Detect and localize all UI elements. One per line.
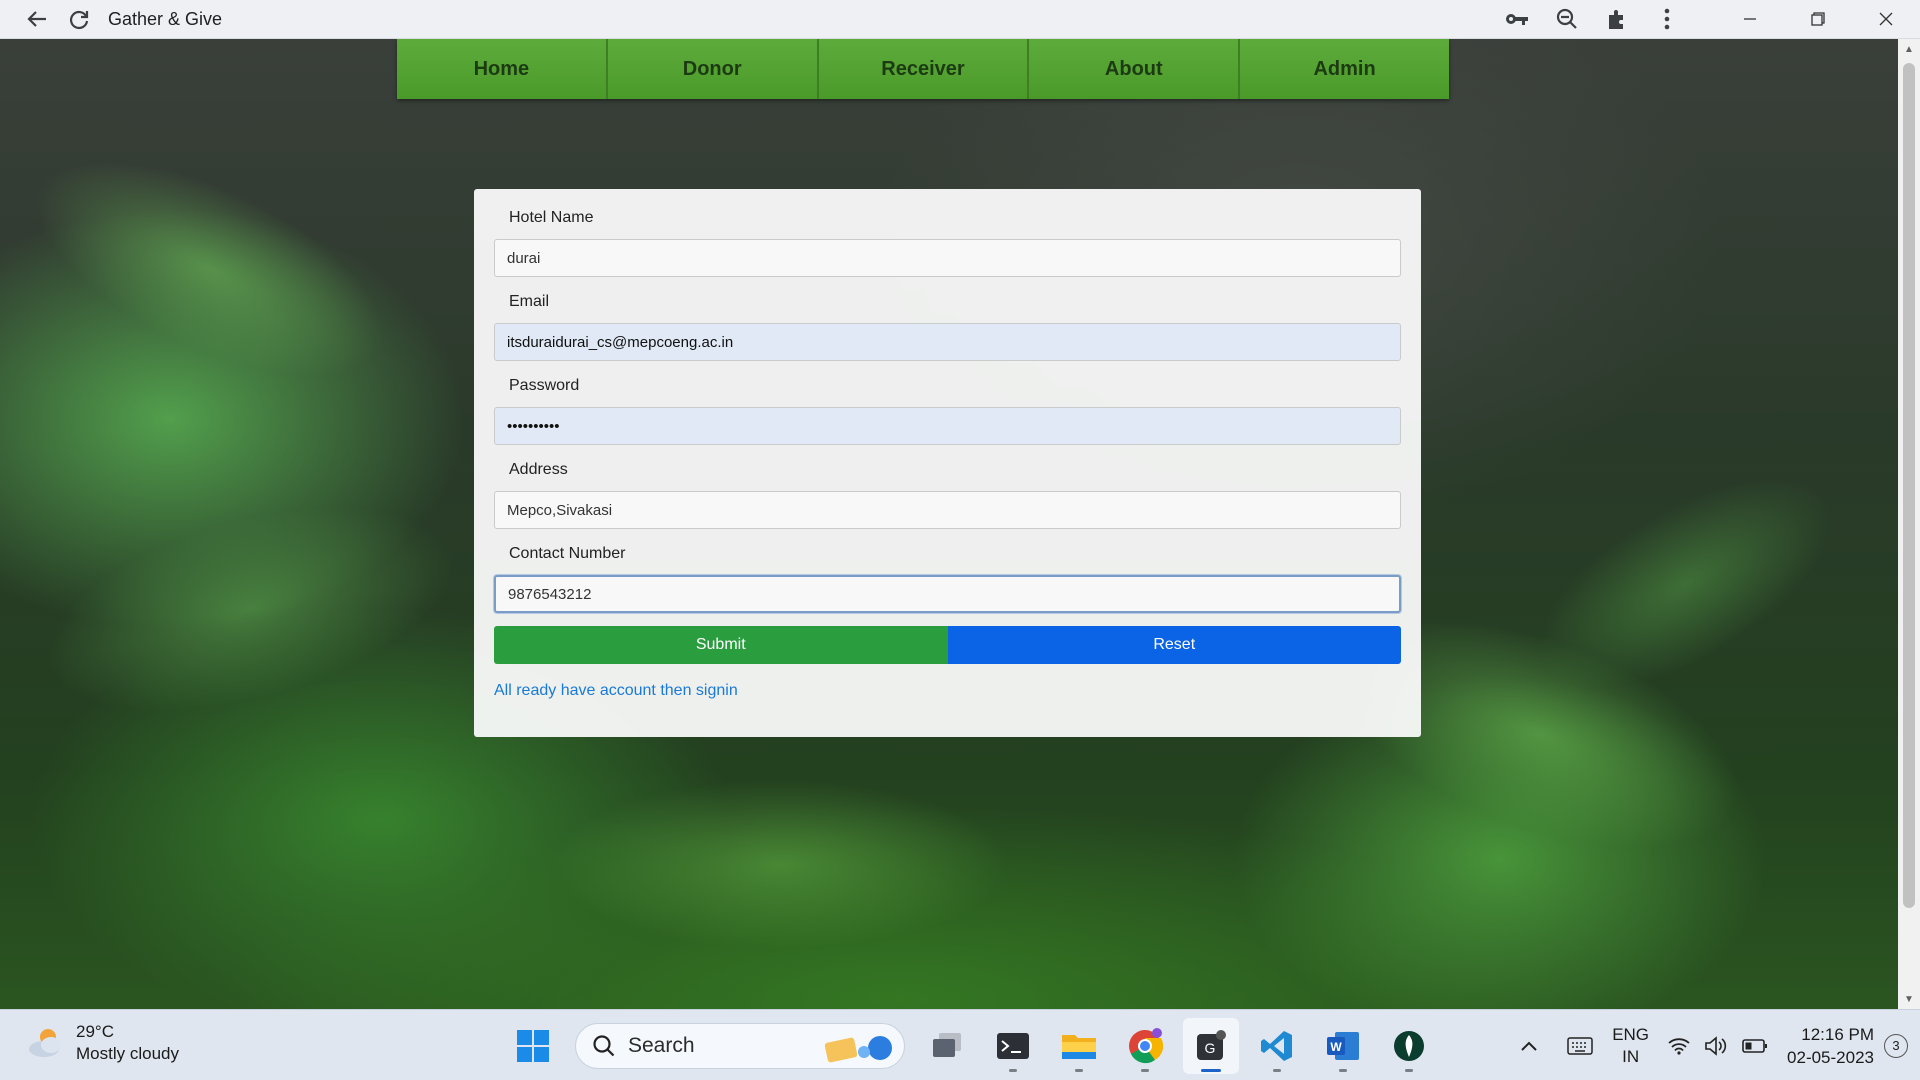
wifi-icon[interactable] bbox=[1668, 1037, 1690, 1055]
running-indicator bbox=[1339, 1069, 1347, 1072]
more-vert-icon[interactable] bbox=[1646, 0, 1688, 39]
restore-icon[interactable] bbox=[1784, 0, 1852, 39]
running-indicator bbox=[1405, 1069, 1413, 1072]
task-view-icon[interactable] bbox=[919, 1018, 975, 1074]
email-label: Email bbox=[509, 293, 550, 310]
svg-text:W: W bbox=[1330, 1040, 1342, 1054]
terminal-icon[interactable] bbox=[985, 1018, 1041, 1074]
zoom-icon[interactable] bbox=[1546, 0, 1588, 39]
reload-icon[interactable] bbox=[58, 0, 100, 39]
address-label: Address bbox=[509, 461, 568, 478]
minimize-icon[interactable] bbox=[1716, 0, 1784, 39]
battery-icon[interactable] bbox=[1742, 1038, 1768, 1054]
running-indicator bbox=[1273, 1069, 1281, 1072]
main-nav: Home Donor Receiver About Admin bbox=[397, 39, 1449, 99]
nav-donor[interactable]: Donor bbox=[608, 39, 819, 99]
vscode-icon[interactable] bbox=[1249, 1018, 1305, 1074]
taskbar-search[interactable]: Search bbox=[575, 1023, 905, 1069]
notification-badge[interactable]: 3 bbox=[1884, 1033, 1908, 1058]
scroll-up-arrow-icon[interactable]: ▲ bbox=[1898, 39, 1920, 59]
nav-admin[interactable]: Admin bbox=[1240, 39, 1449, 99]
reset-button[interactable]: Reset bbox=[947, 626, 1401, 664]
weather-widget[interactable]: 29°C Mostly cloudy bbox=[26, 1021, 179, 1065]
clock-date: 02-05-2023 bbox=[1787, 1047, 1874, 1067]
keyboard-icon[interactable] bbox=[1567, 1036, 1593, 1055]
volume-icon[interactable] bbox=[1704, 1035, 1728, 1056]
key-icon[interactable] bbox=[1496, 0, 1538, 39]
contact-number-label: Contact Number bbox=[509, 545, 626, 562]
nav-about[interactable]: About bbox=[1029, 39, 1241, 99]
word-icon[interactable]: W bbox=[1315, 1018, 1371, 1074]
extensions-puzzle-icon[interactable] bbox=[1596, 0, 1638, 39]
language-indicator[interactable]: ENG IN bbox=[1612, 1024, 1649, 1068]
search-icon bbox=[593, 1035, 615, 1057]
scroll-thumb[interactable] bbox=[1903, 63, 1915, 908]
password-label: Password bbox=[509, 377, 580, 394]
hotel-name-input[interactable] bbox=[494, 239, 1401, 277]
language-code: ENG bbox=[1612, 1024, 1650, 1044]
background-foliage bbox=[550, 779, 1010, 949]
background-foliage bbox=[23, 467, 477, 751]
file-explorer-icon[interactable] bbox=[1051, 1018, 1107, 1074]
contact-number-input[interactable] bbox=[494, 575, 1401, 613]
region-code: IN bbox=[1622, 1046, 1640, 1066]
background-foliage bbox=[3, 116, 417, 422]
search-label: Search bbox=[628, 1034, 695, 1057]
submit-button[interactable]: Submit bbox=[494, 626, 948, 664]
windows-start-icon[interactable] bbox=[505, 1018, 561, 1074]
clock-time: 12:16 PM bbox=[1801, 1024, 1874, 1044]
password-input[interactable] bbox=[494, 407, 1401, 445]
running-indicator bbox=[1141, 1069, 1149, 1072]
chrome-icon[interactable] bbox=[1117, 1018, 1173, 1074]
email-input[interactable] bbox=[494, 323, 1401, 361]
back-arrow-icon[interactable] bbox=[16, 0, 58, 39]
page-scrollbar[interactable]: ▲ ▼ bbox=[1898, 39, 1920, 1009]
browser-titlebar: Gather & Give bbox=[0, 0, 1920, 39]
taskbar-apps: Search G W bbox=[505, 1018, 1437, 1074]
search-highlight-icon bbox=[818, 1028, 896, 1066]
running-indicator bbox=[1009, 1069, 1017, 1072]
nav-receiver[interactable]: Receiver bbox=[819, 39, 1030, 99]
windows-taskbar: 29°C Mostly cloudy Search G W ENG IN 12:… bbox=[0, 1009, 1920, 1080]
form-buttons: Submit Reset bbox=[494, 626, 1401, 664]
svg-text:G: G bbox=[1205, 1040, 1216, 1056]
system-tray: ENG IN 12:16 PM 02-05-2023 3 bbox=[1513, 1010, 1920, 1080]
weather-description: Mostly cloudy bbox=[76, 1044, 179, 1063]
running-indicator bbox=[1075, 1069, 1083, 1072]
weather-temperature: 29°C bbox=[76, 1022, 114, 1041]
mongodb-compass-icon[interactable] bbox=[1381, 1018, 1437, 1074]
page-viewport: Home Donor Receiver About Admin Hotel Na… bbox=[0, 39, 1898, 1009]
chevron-up-icon[interactable] bbox=[1520, 1040, 1538, 1052]
close-icon[interactable] bbox=[1852, 0, 1920, 39]
clock[interactable]: 12:16 PM 02-05-2023 bbox=[1787, 1023, 1874, 1069]
address-input[interactable] bbox=[494, 491, 1401, 529]
running-indicator bbox=[1201, 1069, 1221, 1072]
scroll-down-arrow-icon[interactable]: ▼ bbox=[1898, 989, 1920, 1009]
gather-give-app-icon[interactable]: G bbox=[1183, 1018, 1239, 1074]
registration-form: Hotel Name Email Password Address Contac… bbox=[474, 189, 1421, 737]
cloudy-weather-icon bbox=[26, 1025, 66, 1061]
page-title: Gather & Give bbox=[108, 8, 223, 29]
hotel-name-label: Hotel Name bbox=[509, 209, 594, 226]
signin-link[interactable]: All ready have account then signin bbox=[494, 682, 1401, 700]
nav-home[interactable]: Home bbox=[397, 39, 608, 99]
